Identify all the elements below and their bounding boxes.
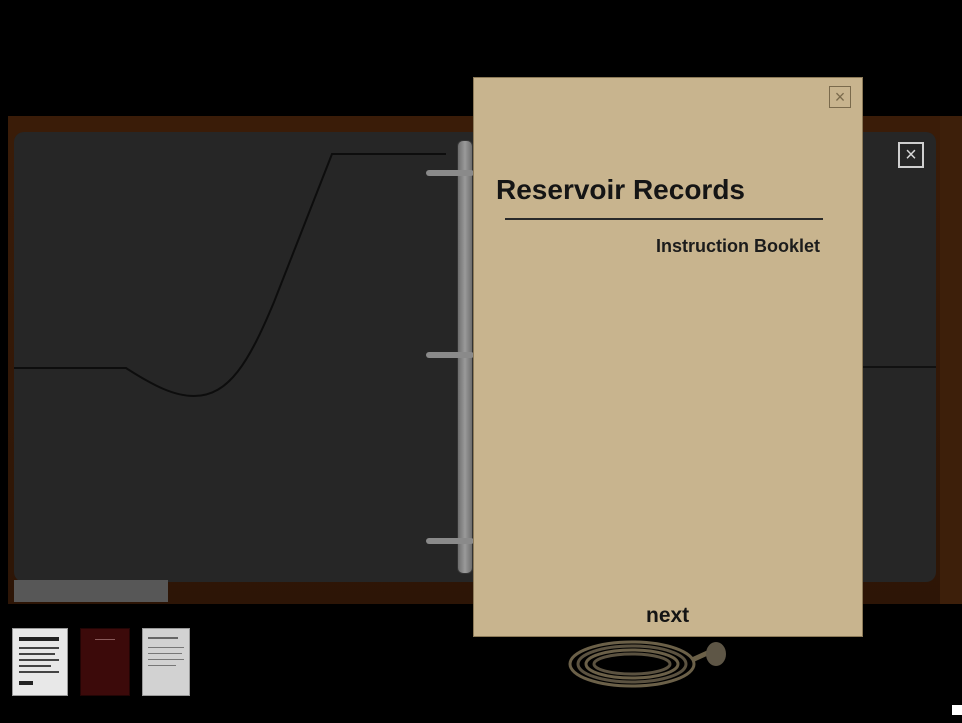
next-button[interactable]: next	[646, 604, 689, 628]
inventory-document-icon[interactable]	[12, 628, 68, 696]
booklet-title: Reservoir Records	[496, 174, 746, 205]
booklet-subtitle: Instruction Booklet	[655, 236, 820, 256]
binder-pocket-flap	[14, 153, 446, 398]
booklet-close-icon[interactable]: ×	[829, 86, 851, 108]
title-divider	[505, 218, 823, 220]
corner-marker	[952, 705, 962, 715]
binder-close-icon[interactable]: ×	[898, 142, 924, 168]
binder-pocket-line	[860, 366, 936, 368]
desk-edge	[940, 116, 962, 604]
rope-coil-icon[interactable]	[564, 632, 734, 692]
inventory-red-book-icon[interactable]	[80, 628, 130, 696]
game-scene: × × Reservoir Records Instruction Bookle…	[0, 0, 962, 723]
inventory-note-card-icon[interactable]	[142, 628, 190, 696]
binder-flap-edge	[14, 580, 168, 602]
instruction-booklet: × Reservoir Records Instruction Booklet …	[474, 78, 862, 636]
binder-ring	[426, 170, 474, 176]
binder-ring	[426, 352, 474, 358]
binder-ring	[426, 538, 474, 544]
